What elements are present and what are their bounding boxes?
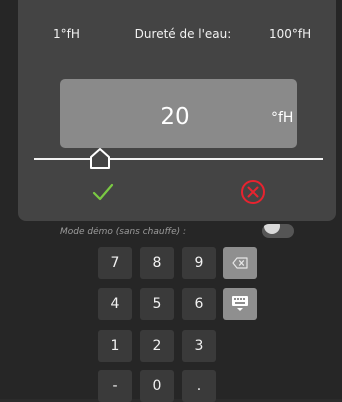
close-circle-icon	[239, 180, 267, 210]
confirm-button[interactable]	[90, 179, 116, 205]
backspace-key[interactable]	[223, 247, 257, 279]
toggle-knob	[264, 224, 280, 234]
hardness-slider-thumb[interactable]	[90, 148, 110, 170]
checkmark-icon	[90, 183, 116, 209]
key-0[interactable]: 0	[140, 370, 174, 402]
hide-keyboard-key[interactable]	[223, 288, 257, 320]
hardness-slider-track[interactable]	[34, 158, 323, 160]
key-9[interactable]: 9	[182, 247, 216, 279]
key-4[interactable]: 4	[98, 288, 132, 320]
demo-mode-toggle[interactable]	[262, 224, 294, 238]
key-2[interactable]: 2	[140, 330, 174, 362]
screen: Mode démo (sans chauffe) : 1°fH Dureté d…	[0, 0, 342, 402]
dialog-title: Dureté de l'eau:	[134, 27, 232, 41]
backspace-icon	[232, 257, 248, 269]
water-hardness-dialog: 1°fH Dureté de l'eau: 100°fH 20 °fH	[18, 0, 336, 221]
key-minus[interactable]: -	[98, 370, 132, 402]
keyboard-icon	[231, 294, 249, 314]
unit-label: °fH	[271, 110, 294, 126]
key-6[interactable]: 6	[182, 288, 216, 320]
demo-mode-label: Mode démo (sans chauffe) :	[60, 227, 187, 237]
cancel-button[interactable]	[239, 178, 267, 206]
range-min-label: 1°fH	[53, 27, 80, 41]
key-8[interactable]: 8	[140, 247, 174, 279]
key-5[interactable]: 5	[140, 288, 174, 320]
key-dot[interactable]: .	[182, 370, 216, 402]
range-max-label: 100°fH	[269, 27, 312, 41]
key-7[interactable]: 7	[98, 247, 132, 279]
key-3[interactable]: 3	[182, 330, 216, 362]
hardness-value: 20	[160, 104, 190, 130]
key-1[interactable]: 1	[98, 330, 132, 362]
